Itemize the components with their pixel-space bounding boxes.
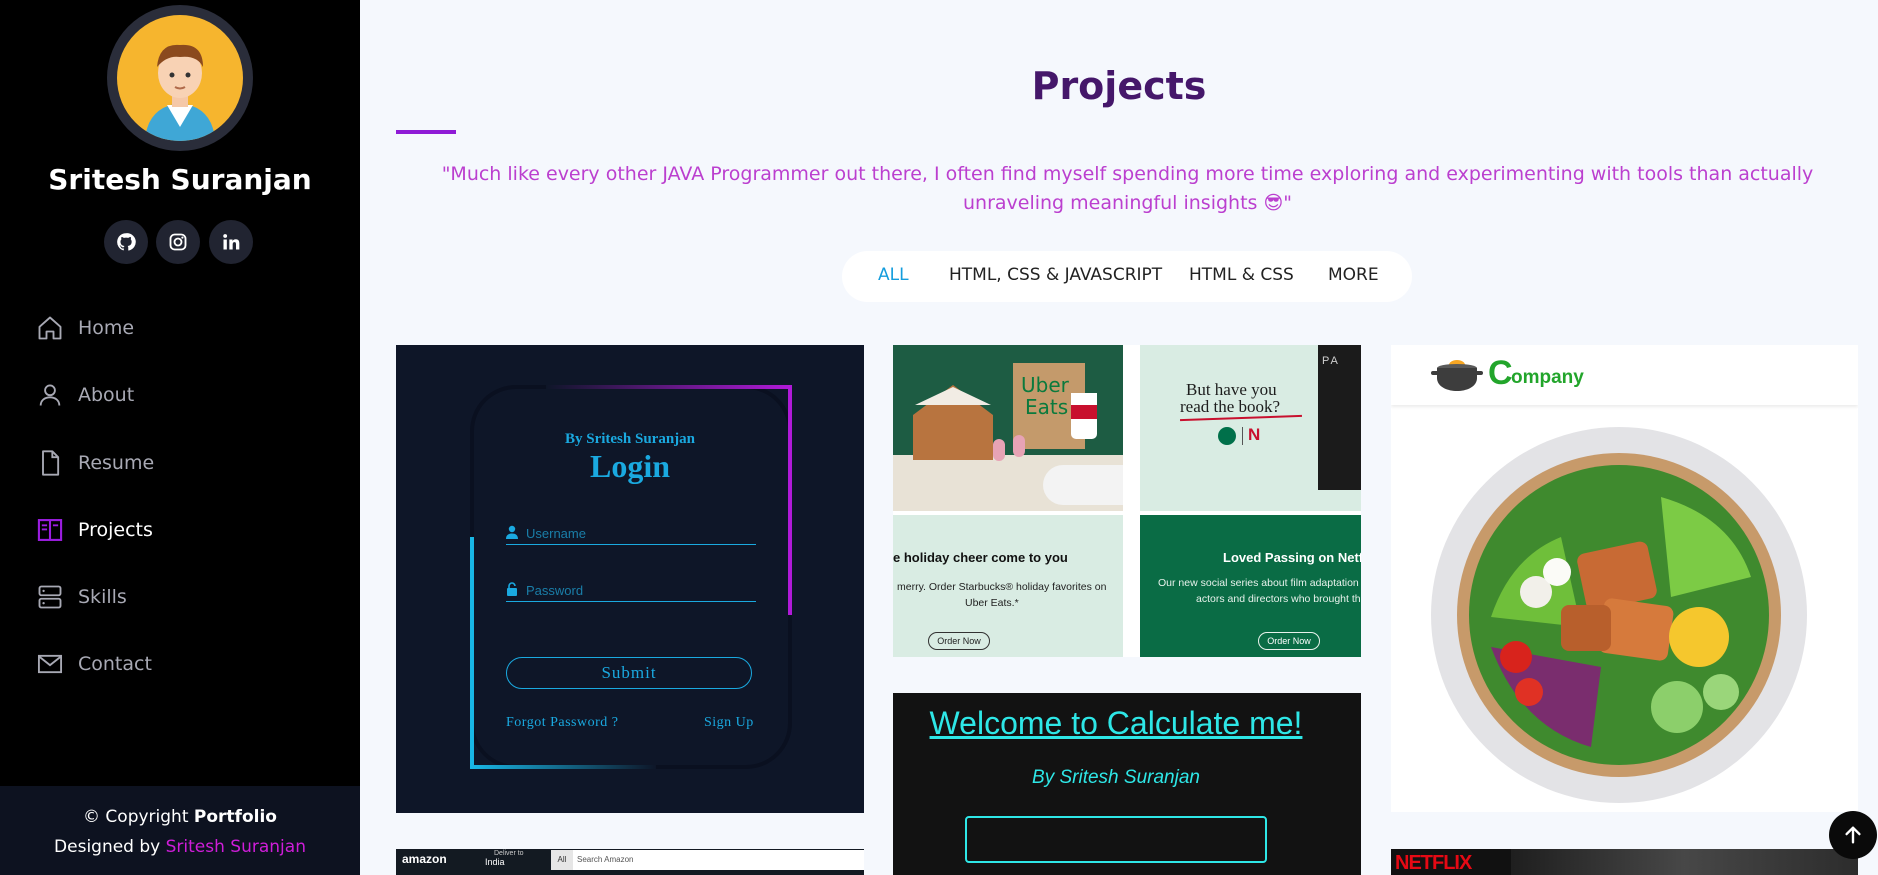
project-filters: ALL HTML, CSS & JAVASCRIPT HTML & CSS MO… xyxy=(842,251,1412,302)
project-card-food-company[interactable]: C ompany xyxy=(1391,345,1858,812)
holiday-text2: Uber Eats.* xyxy=(965,597,1019,609)
filter-all[interactable]: ALL xyxy=(878,265,909,285)
order-now-button-1[interactable]: Order Now xyxy=(928,632,990,650)
food-brand-rest: ompany xyxy=(1511,367,1584,388)
project-card-login[interactable]: By Sritesh Suranjan Login Username Passw… xyxy=(396,345,864,813)
filter-more[interactable]: MORE xyxy=(1328,265,1379,285)
netflix-n-logo: N xyxy=(1248,425,1261,444)
instagram-icon xyxy=(169,233,187,251)
calc-by: By Sritesh Suranjan xyxy=(1032,767,1200,788)
nav-label-resume: Resume xyxy=(78,452,155,474)
page-title: Projects xyxy=(1031,64,1207,108)
book-cover: PA xyxy=(1318,345,1361,490)
nav-label-about: About xyxy=(78,384,135,406)
book-cover-text: PA xyxy=(1322,355,1340,367)
nav-item-resume[interactable]: Resume xyxy=(36,443,154,483)
project-card-calculator[interactable]: Welcome to Calculate me! By Sritesh Sura… xyxy=(893,693,1361,875)
file-icon xyxy=(42,450,60,476)
project-card-amazon[interactable]: amazon Deliver to India All Search Amazo… xyxy=(396,849,864,875)
order-now-button-2[interactable]: Order Now xyxy=(1258,632,1320,650)
home-icon xyxy=(38,316,62,340)
project-card-starbucks[interactable]: Uber Eats But have you read the book? N … xyxy=(893,345,1361,657)
calc-title: Welcome to Calculate me! xyxy=(929,705,1303,741)
uber-logo: Uber xyxy=(1021,373,1069,397)
starbucks-logo xyxy=(1218,427,1236,445)
food-header: C ompany xyxy=(1391,345,1858,405)
back-to-top-button[interactable] xyxy=(1829,811,1877,859)
copyright-text: © Copyright Portfolio xyxy=(0,807,360,827)
linkedin-link[interactable] xyxy=(209,220,253,264)
nav-item-contact[interactable]: Contact xyxy=(36,644,152,684)
login-by: By Sritesh Suranjan xyxy=(564,431,696,447)
netflix-text1: Our new social series about film adaptat… xyxy=(1158,577,1359,589)
sidebar-footer: © Copyright Portfolio Designed by Srites… xyxy=(0,786,360,875)
github-icon xyxy=(117,233,136,251)
nav-label-contact: Contact xyxy=(78,653,152,675)
book-icon xyxy=(37,519,63,541)
amazon-all-dropdown[interactable]: All xyxy=(551,850,573,870)
holiday-panel: e holiday cheer come to you merry. Order… xyxy=(893,515,1123,657)
salad-bowl-image xyxy=(1457,453,1781,777)
calc-display[interactable] xyxy=(965,816,1267,863)
github-link[interactable] xyxy=(104,220,148,264)
unlock-icon xyxy=(507,582,517,596)
nav-label-projects: Projects xyxy=(78,519,153,541)
sidebar: Sritesh Suranjan Home About Resume Proje… xyxy=(0,0,360,875)
linkedin-icon xyxy=(223,234,240,250)
eats-logo: Eats xyxy=(1025,395,1069,419)
designed-prefix: Designed by xyxy=(54,837,166,857)
title-underline xyxy=(396,130,456,134)
amazon-logo: amazon xyxy=(402,852,447,866)
holiday-title: e holiday cheer come to you xyxy=(893,550,1068,565)
designed-by-text: Designed by Sritesh Suranjan xyxy=(0,837,360,857)
projects-quote: "Much like every other JAVA Programmer o… xyxy=(441,163,1814,214)
login-title: Login xyxy=(589,448,671,484)
amazon-search-bar[interactable]: All Search Amazon xyxy=(551,850,864,870)
nav-label-home: Home xyxy=(78,317,135,339)
designer-link[interactable]: Sritesh Suranjan xyxy=(166,837,306,857)
book-line2: read the book? xyxy=(1180,397,1281,416)
filter-html-css[interactable]: HTML & CSS xyxy=(1189,265,1294,285)
nav-item-home[interactable]: Home xyxy=(36,308,134,348)
netflix-title: Loved Passing on Netf xyxy=(1223,550,1361,565)
password-placeholder: Password xyxy=(526,583,584,598)
nav-item-about[interactable]: About xyxy=(36,375,134,415)
login-border-glow xyxy=(470,385,792,769)
copyright-prefix: © Copyright xyxy=(83,807,194,827)
filter-html-css-js[interactable]: HTML, CSS & JAVASCRIPT xyxy=(949,265,1162,285)
login-submit-button[interactable]: Submit xyxy=(506,657,752,689)
nav-item-skills[interactable]: Skills xyxy=(36,577,127,617)
signup-link[interactable]: Sign Up xyxy=(704,715,754,731)
nav-item-projects[interactable]: Projects xyxy=(36,510,153,550)
food-brand-c: C xyxy=(1488,354,1513,392)
holiday-text1: merry. Order Starbucks® holiday favorite… xyxy=(897,581,1107,593)
copyright-brand: Portfolio xyxy=(193,807,277,827)
username-field[interactable]: Username xyxy=(506,523,756,545)
password-field[interactable]: Password xyxy=(506,580,756,602)
arrow-up-icon xyxy=(1845,826,1861,844)
project-card-netflix[interactable]: NETFLIX xyxy=(1391,849,1858,875)
cooking-pot-icon xyxy=(1431,360,1483,391)
avatar xyxy=(117,15,243,141)
server-icon xyxy=(38,585,62,609)
netflix-logo: NETFLIX xyxy=(1395,852,1472,874)
amazon-deliver: Deliver to xyxy=(494,850,524,857)
uber-eats-photo: Uber Eats xyxy=(893,345,1123,511)
book-panel: But have you read the book? N PA xyxy=(1140,345,1361,511)
netflix-panel: Loved Passing on Netf Our new social ser… xyxy=(1140,515,1361,657)
user-icon xyxy=(39,384,61,406)
netflix-text2: actors and directors who brought the xyxy=(1196,593,1361,605)
user-icon xyxy=(506,525,518,539)
instagram-link[interactable] xyxy=(156,220,200,264)
profile-name: Sritesh Suranjan xyxy=(48,163,312,196)
envelope-icon xyxy=(37,654,63,674)
nav-label-skills: Skills xyxy=(78,586,127,608)
username-placeholder: Username xyxy=(526,526,586,541)
amazon-country: India xyxy=(485,857,505,867)
amazon-search-placeholder: Search Amazon xyxy=(577,855,634,864)
forgot-password-link[interactable]: Forgot Password ? xyxy=(506,715,618,731)
avatar-ring xyxy=(107,5,253,151)
